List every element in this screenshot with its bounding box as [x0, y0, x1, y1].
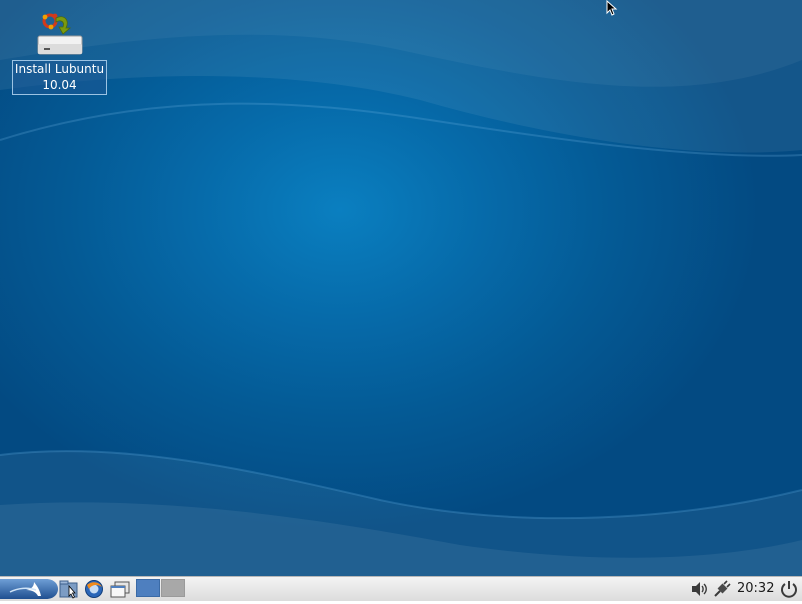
start-menu-button[interactable] [0, 578, 58, 600]
workspace-pager [136, 579, 188, 599]
power-button[interactable] [778, 579, 800, 599]
file-manager-launcher[interactable] [58, 579, 80, 599]
network-status[interactable] [712, 579, 732, 599]
file-manager-icon [59, 580, 78, 599]
workspace-2-button[interactable] [161, 579, 185, 597]
web-browser-launcher[interactable] [83, 579, 105, 599]
workspace-1-button[interactable] [136, 579, 160, 597]
clock[interactable]: 20:32 [737, 580, 774, 598]
desktop-icon-label-line1: Install Lubuntu [14, 62, 105, 76]
mouse-cursor-icon [606, 0, 618, 16]
desktop-icon-label: Install Lubuntu 10.04 [12, 60, 107, 95]
lubuntu-menu-icon [0, 579, 58, 599]
wallpaper-waves [0, 0, 802, 576]
network-plug-icon [714, 580, 731, 597]
show-desktop-button[interactable] [108, 579, 132, 599]
show-desktop-icon [110, 581, 130, 598]
web-browser-icon [85, 580, 103, 598]
taskbar: 20:32 [0, 576, 802, 601]
installer-drive-icon [32, 8, 88, 60]
desktop-icon-label-line2: 10.04 [42, 78, 77, 92]
power-icon [781, 581, 797, 598]
volume-control[interactable] [690, 579, 710, 599]
desktop[interactable]: Install Lubuntu 10.04 [0, 0, 802, 576]
desktop-icon-install-lubuntu[interactable]: Install Lubuntu 10.04 [12, 8, 107, 95]
speaker-icon [692, 582, 707, 596]
